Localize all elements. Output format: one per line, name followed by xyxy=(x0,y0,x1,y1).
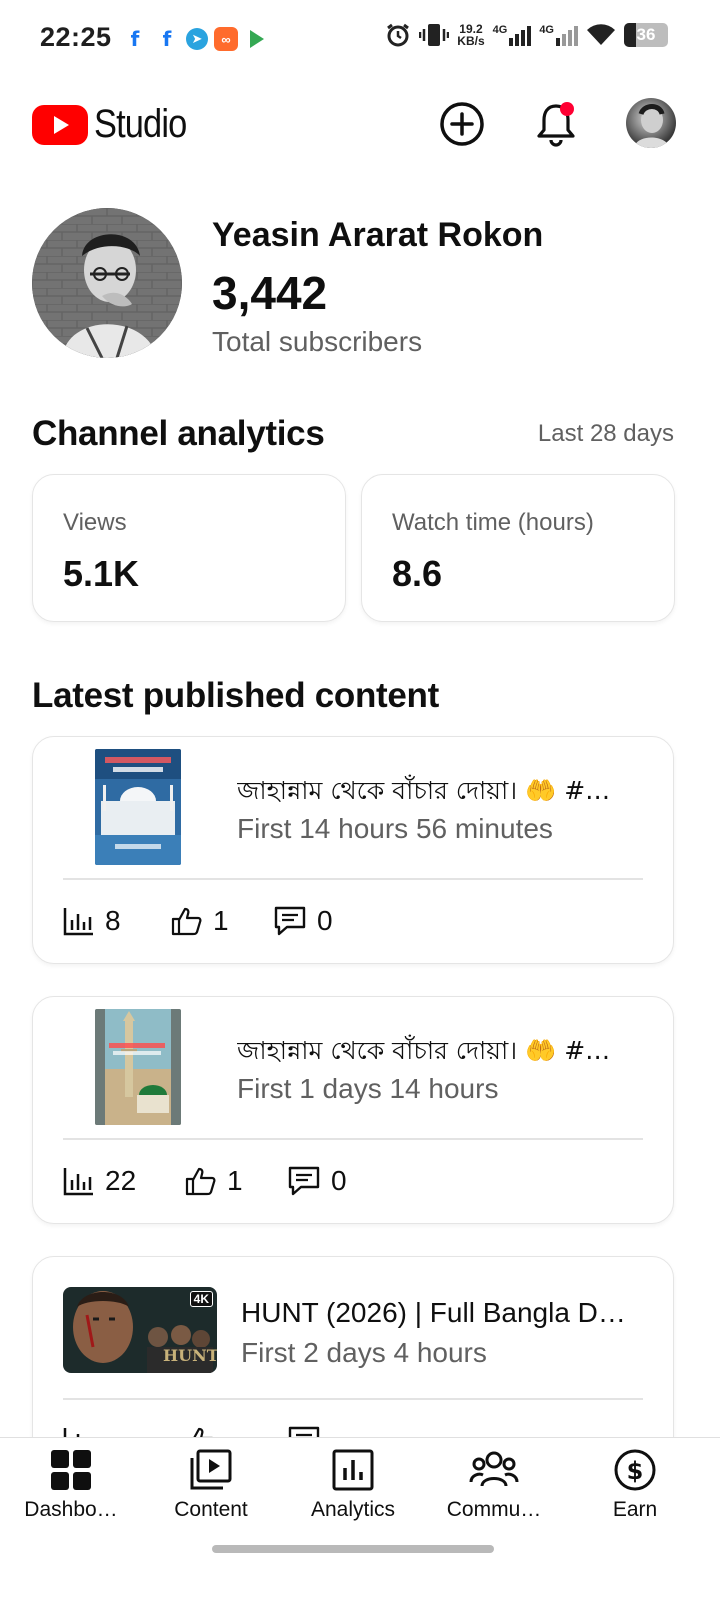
content-card[interactable]: জাহান্নাম থেকে বাঁচার দোয়া। 🤲 #… First … xyxy=(32,736,674,964)
nav-earn[interactable]: $ Earn xyxy=(570,1448,700,1538)
analytics-period: Last 28 days xyxy=(537,420,674,447)
nav-analytics[interactable]: Analytics xyxy=(288,1448,418,1538)
channel-avatar[interactable] xyxy=(32,208,182,358)
signal-1: 4G xyxy=(493,24,532,46)
nav-label: Content xyxy=(174,1498,248,1521)
status-bar: 22:25 f f ➤ ∞ 19.2 KB/s 4G 4G 36 xyxy=(0,0,720,78)
svg-text:$: $ xyxy=(627,1457,644,1485)
earn-icon: $ xyxy=(614,1449,656,1491)
nav-label: Dashbo… xyxy=(24,1498,118,1521)
svg-text:HUNT: HUNT xyxy=(163,1346,217,1365)
notification-icons: f f ➤ ∞ xyxy=(122,26,264,52)
subscriber-label: Total subscribers xyxy=(212,326,423,357)
likes-stat: 1 xyxy=(185,1165,287,1197)
app-bar: Studio xyxy=(0,86,720,162)
bottom-navigation: Dashbo… Content Analytics Commu… $ Earn xyxy=(0,1437,720,1600)
dashboard-icon xyxy=(51,1450,91,1490)
facebook-icon: f xyxy=(162,27,172,51)
views-value: 5.1K xyxy=(63,553,140,594)
watch-time-label: Watch time (hours) xyxy=(392,509,594,536)
kwai-icon: ∞ xyxy=(214,27,238,51)
nav-label: Analytics xyxy=(310,1498,396,1521)
vibrate-icon xyxy=(419,24,450,46)
views-card[interactable]: Views 5.1K xyxy=(32,474,346,622)
video-thumbnail xyxy=(95,749,181,865)
channel-name: Yeasin Ararat Rokon xyxy=(212,216,544,254)
video-title: জাহান্নাম থেকে বাঁচার দোয়া। 🤲 #… xyxy=(237,776,611,805)
latest-content-heading: Latest published content xyxy=(32,676,439,715)
video-title: জাহান্নাম থেকে বাঁচার দোয়া। 🤲 #… xyxy=(237,1036,611,1065)
channel-profile: Yeasin Ararat Rokon 3,442 Total subscrib… xyxy=(32,208,692,358)
analytics-icon xyxy=(332,1449,374,1491)
notifications-button[interactable] xyxy=(532,100,580,148)
video-thumbnail xyxy=(95,1009,181,1125)
telegram-icon: ➤ xyxy=(186,28,208,50)
watch-time-value: 8.6 xyxy=(392,553,443,594)
video-stats: 8 1 0 xyxy=(63,905,333,937)
video-age: First 1 days 14 hours xyxy=(237,1073,499,1104)
nav-community[interactable]: Commu… xyxy=(429,1448,559,1538)
notification-dot xyxy=(560,102,574,116)
community-icon xyxy=(469,1451,519,1487)
account-avatar[interactable] xyxy=(626,98,676,148)
play-store-icon xyxy=(250,30,264,48)
battery-icon: 36 xyxy=(624,23,668,47)
network-speed: 19.2 KB/s xyxy=(457,22,485,48)
comments-stat: 0 xyxy=(273,905,333,937)
content-card[interactable]: জাহান্নাম থেকে বাঁচার দোয়া। 🤲 #… First … xyxy=(32,996,674,1224)
create-button[interactable] xyxy=(438,100,486,148)
alarm-icon xyxy=(387,23,410,47)
video-age: First 2 days 4 hours xyxy=(241,1337,487,1368)
bar-chart-icon xyxy=(63,1168,93,1196)
nav-label: Commu… xyxy=(446,1498,542,1521)
comments-stat: 0 xyxy=(287,1165,347,1197)
comment-icon xyxy=(288,1166,320,1196)
views-stat: 8 xyxy=(63,905,171,937)
watch-time-card[interactable]: Watch time (hours) 8.6 xyxy=(361,474,675,622)
status-icons: 19.2 KB/s 4G 4G 36 xyxy=(385,22,668,48)
video-stats: 22 1 0 xyxy=(63,1165,347,1197)
divider xyxy=(63,878,643,880)
content-icon xyxy=(190,1449,232,1490)
divider xyxy=(63,1398,643,1400)
nav-dashboard[interactable]: Dashbo… xyxy=(6,1448,136,1538)
thumb-up-icon xyxy=(171,907,202,936)
analytics-heading: Channel analytics xyxy=(32,414,325,453)
home-indicator[interactable] xyxy=(212,1545,494,1553)
logo-text: Studio xyxy=(94,102,187,146)
studio-logo[interactable]: Studio xyxy=(32,102,201,147)
nav-content[interactable]: Content xyxy=(146,1448,276,1538)
views-stat: 22 xyxy=(63,1165,185,1197)
comment-icon xyxy=(274,906,306,936)
video-thumbnail: HUNT 4K xyxy=(63,1287,217,1373)
wifi-icon xyxy=(587,24,615,45)
bar-chart-icon xyxy=(63,908,93,936)
subscriber-count: 3,442 xyxy=(212,267,328,319)
likes-stat: 1 xyxy=(171,905,273,937)
clock: 22:25 xyxy=(40,22,112,52)
facebook-icon: f xyxy=(130,27,140,51)
signal-2: 4G xyxy=(539,24,578,46)
thumb-up-icon xyxy=(185,1167,216,1196)
video-age: First 14 hours 56 minutes xyxy=(237,813,553,844)
views-label: Views xyxy=(63,509,127,536)
resolution-badge: 4K xyxy=(189,1291,213,1307)
youtube-logo-icon xyxy=(32,104,88,145)
divider xyxy=(63,1138,643,1140)
video-title: HUNT (2026) | Full Bangla D… xyxy=(241,1297,626,1328)
nav-label: Earn xyxy=(612,1498,658,1521)
